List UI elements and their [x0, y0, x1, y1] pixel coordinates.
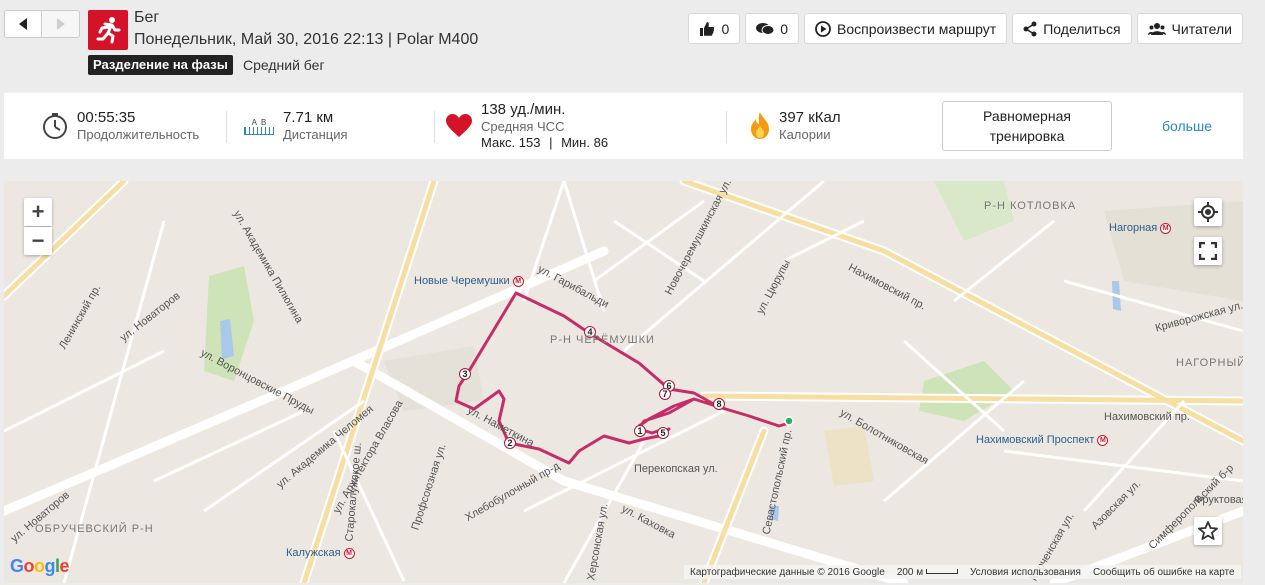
metro-station[interactable]: Новые Черемушки M	[414, 275, 524, 287]
sport-title: Бег	[134, 9, 160, 26]
zoom-in-button[interactable]: +	[24, 198, 52, 226]
km-marker[interactable]: 3	[459, 368, 471, 380]
street-label: Фруктовая	[1194, 494, 1243, 506]
district-label: НАГОРНЫЙ	[1176, 357, 1243, 369]
history-nav	[4, 10, 80, 38]
hr-min: Мин. 86	[561, 135, 609, 150]
comment-count: 0	[780, 20, 789, 37]
hr-max: Макс. 153	[481, 135, 541, 150]
calories-stat: 397 кКал Калории	[750, 93, 841, 159]
fullscreen-button[interactable]	[1194, 237, 1222, 265]
terms-link[interactable]: Условия использования	[970, 567, 1081, 578]
google-logo: Google	[10, 556, 70, 576]
distance-icon: A B	[244, 118, 274, 135]
duration-label: Продолжительность	[77, 127, 200, 142]
phase-badge[interactable]: Разделение на фазы	[88, 55, 233, 75]
district-label: Р-Н ЧЕРЁМУШКИ	[550, 334, 655, 346]
readers-button[interactable]: Читатели	[1136, 13, 1243, 44]
divider	[226, 111, 227, 143]
map-footer: Картографические данные © 2016 Google 20…	[684, 565, 1241, 579]
comments-icon	[756, 22, 775, 35]
session-subtitle: Понедельник, Май 30, 2016 22:13 | Polar …	[134, 31, 479, 48]
route-map[interactable]: 1 2 3 4 5 6 7 8 Р-Н КОТЛОВКА Р-Н ЧЕРЁМУШ…	[4, 181, 1243, 583]
stopwatch-icon	[43, 113, 67, 139]
hr-range: Макс. 153 | Мин. 86	[481, 135, 608, 151]
forward-arrow-icon	[56, 18, 65, 30]
play-route-button[interactable]: Воспроизвести маршрут	[804, 13, 1008, 44]
km-marker[interactable]: 5	[657, 427, 669, 439]
divider	[726, 111, 727, 143]
km-marker[interactable]: 8	[713, 398, 725, 410]
metro-station[interactable]: Калужская M	[286, 547, 355, 559]
share-button[interactable]: Поделиться	[1012, 13, 1132, 44]
fullscreen-icon	[1199, 242, 1217, 260]
training-type-button[interactable]: Равномерная тренировка	[942, 101, 1112, 151]
distance-value: 7.71 км	[283, 109, 334, 126]
locate-button[interactable]	[1194, 198, 1222, 226]
favorite-button[interactable]	[1194, 517, 1222, 545]
hr-value: 138 уд./мин.	[481, 101, 566, 118]
thumbs-up-icon	[700, 21, 715, 36]
street-label: Нахимовский пр.	[1104, 411, 1190, 423]
district-label: ОБРУЧЕВСКИЙ Р-Н	[35, 523, 154, 535]
map-canvas	[4, 181, 1243, 583]
distance-stat: A B 7.71 км Дистанция	[244, 93, 348, 159]
duration-value: 00:55:35	[77, 109, 136, 126]
district-label: Р-Н КОТЛОВКА	[984, 200, 1077, 212]
distance-label: Дистанция	[283, 127, 348, 142]
map-scale: 200 м	[897, 567, 958, 578]
back-button[interactable]	[4, 10, 42, 38]
metro-station[interactable]: Нагорная M	[1109, 222, 1172, 234]
more-link[interactable]: больше	[1162, 118, 1212, 134]
back-arrow-icon	[19, 18, 27, 30]
top-actions: 0 0 Воспроизвести маршрут Поделиться Чит…	[688, 13, 1243, 44]
share-icon	[1023, 21, 1037, 36]
divider	[434, 111, 435, 143]
map-scale-label: 200 м	[896, 566, 924, 578]
heart-rate-stat: 138 уд./мин. Средняя ЧСС Макс. 153 | Мин…	[446, 93, 608, 159]
play-route-label: Воспроизвести маршрут	[837, 20, 997, 37]
km-marker[interactable]: 7	[659, 388, 671, 400]
people-icon	[1147, 22, 1166, 35]
duration-stat: 00:55:35 Продолжительность	[42, 93, 199, 159]
heart-icon	[446, 114, 472, 137]
report-error-link[interactable]: Сообщить об ошибке на карте	[1093, 567, 1235, 578]
phase-label: Средний бег	[243, 57, 325, 73]
metro-icon: M	[343, 547, 355, 559]
readers-label: Читатели	[1171, 20, 1232, 37]
zoom-out-button[interactable]: −	[24, 227, 52, 255]
metro-icon: M	[1097, 434, 1109, 446]
like-count: 0	[721, 20, 730, 37]
forward-button[interactable]	[42, 10, 80, 38]
metro-icon: M	[1160, 222, 1172, 234]
play-icon	[815, 20, 831, 37]
metro-label: Новые Черемушки	[414, 275, 510, 287]
metro-label: Нагорная	[1109, 222, 1158, 234]
metro-icon: M	[512, 275, 524, 287]
like-button[interactable]: 0	[688, 13, 741, 44]
calories-label: Калории	[779, 127, 831, 142]
distance-ab-label: A B	[251, 117, 267, 127]
share-label: Поделиться	[1043, 20, 1121, 37]
calories-value: 397 кКал	[779, 109, 841, 126]
hr-label: Средняя ЧСС	[481, 119, 565, 134]
metro-label: Нахимовский Проспект	[976, 434, 1095, 446]
comment-button[interactable]: 0	[745, 13, 800, 44]
hr-sep: |	[549, 135, 553, 150]
map-data-credit: Картографические данные © 2016 Google	[690, 566, 885, 578]
locate-icon	[1198, 202, 1218, 222]
metro-label: Калужская	[286, 547, 341, 559]
metro-station[interactable]: Нахимовский Проспект M	[976, 434, 1109, 446]
flame-icon	[751, 112, 769, 139]
star-icon	[1198, 521, 1218, 540]
running-person-icon	[88, 10, 128, 50]
street-label: Перекопская ул.	[634, 463, 718, 475]
km-marker[interactable]: 1	[634, 425, 646, 437]
summary-panel: 00:55:35 Продолжительность A B 7.71 км Д…	[4, 93, 1243, 159]
